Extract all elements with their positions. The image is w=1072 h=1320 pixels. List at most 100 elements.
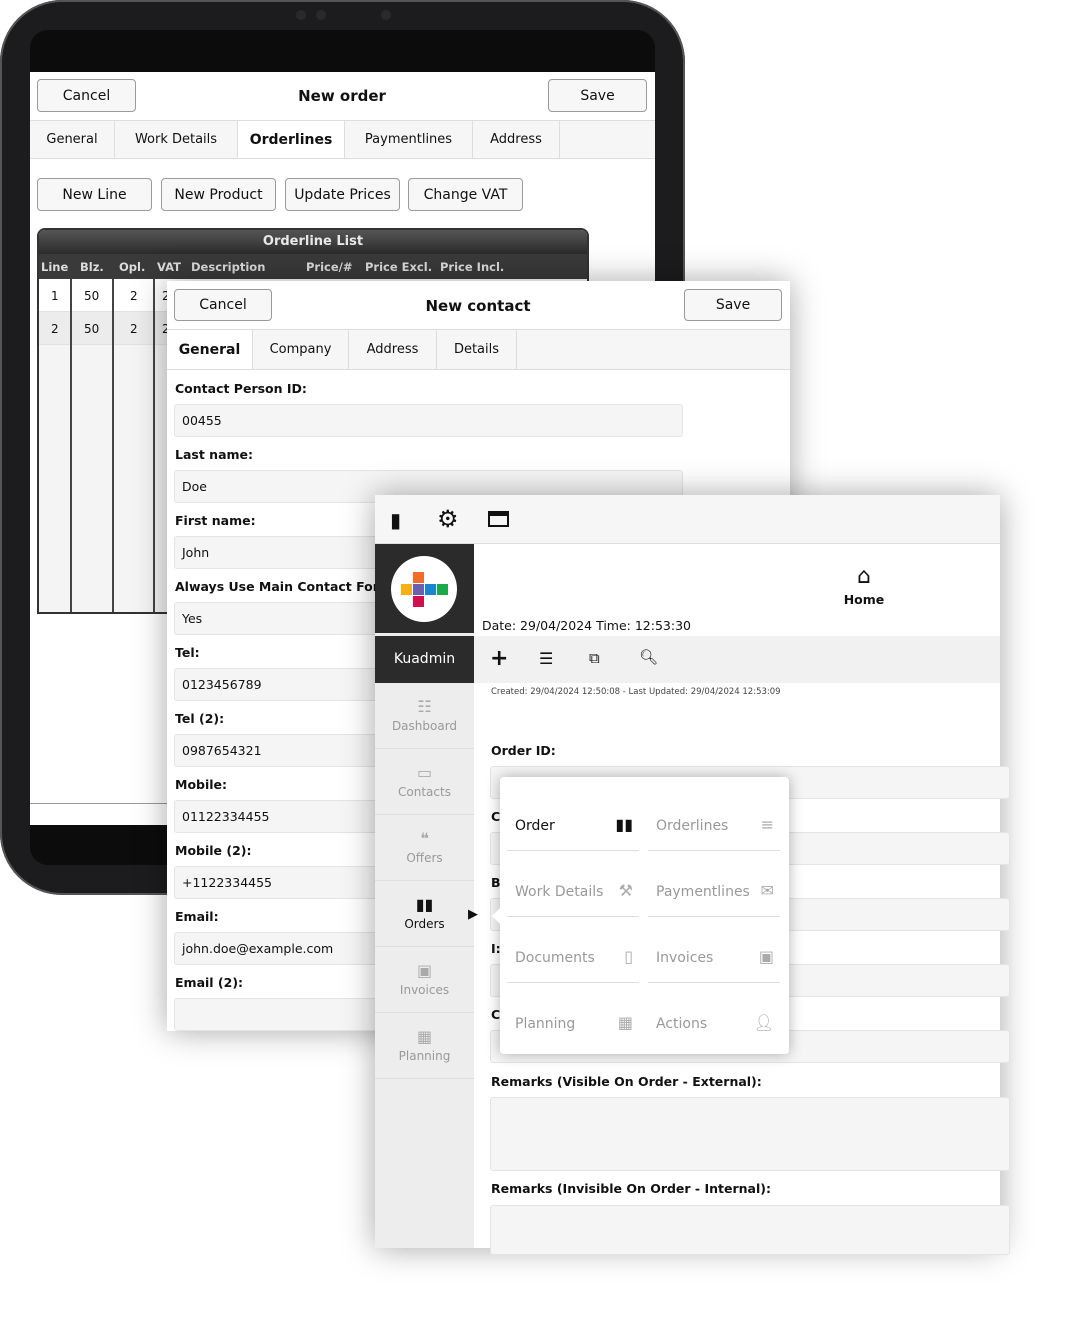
sidebar-item-offers[interactable]: ❝ Offers (375, 815, 474, 881)
field-label: C (491, 1007, 501, 1022)
cell-blz: 50 (84, 289, 100, 303)
calendar-icon: ▦ (416, 1027, 433, 1046)
tab-work-details[interactable]: Work Details (115, 121, 238, 158)
menu-item-orderlines[interactable]: Orderlines ≡ (648, 785, 780, 851)
field-label: Always Use Main Contact For O (175, 579, 394, 594)
order-section-menu: Order ▮▮ Orderlines ≡ Work Details ⚒ Paymentli… (500, 777, 789, 1054)
payment-icon: ✉ (760, 881, 774, 900)
user-name[interactable]: Kuadmin (375, 636, 474, 683)
camera (381, 10, 391, 20)
field-label: Last name: (175, 447, 254, 462)
divider (70, 279, 72, 612)
field-label: Contact Person ID: (175, 381, 307, 396)
field-label: C (491, 809, 501, 824)
sidebar-item-planning[interactable]: ▦ Planning (375, 1013, 474, 1079)
menu-item-invoices[interactable]: Invoices ▣ (648, 917, 780, 983)
orders-icon: ▮▮ (615, 815, 633, 834)
column-header[interactable]: Blz. (80, 260, 104, 274)
menu-item-label: Paymentlines (656, 884, 750, 900)
user-gear-icon: 👤︎ (753, 1013, 774, 1032)
sidebar: Kuadmin ☷ Dashboard ▭ Contacts ❝ Offers ▮▮ Orde… (375, 544, 474, 1248)
tab-address[interactable]: Address (349, 330, 437, 369)
tab-general[interactable]: General (167, 330, 253, 369)
home-label: Home (843, 592, 885, 607)
search-icon[interactable]: 🔍︎ (639, 648, 658, 666)
cancel-button[interactable]: Cancel (174, 289, 272, 321)
sidebar-item-label: Dashboard (391, 719, 458, 733)
invoice-icon: ▣ (416, 961, 433, 980)
sidebar-item-label: Invoices (399, 983, 450, 997)
field-label: Mobile (2): (175, 843, 252, 858)
tab-orderlines[interactable]: Orderlines (238, 121, 345, 158)
tab-company[interactable]: Company (253, 330, 349, 369)
menu-item-documents[interactable]: Documents ▯ (507, 917, 639, 983)
field-label: First name: (175, 513, 256, 528)
column-header[interactable]: Line (41, 260, 68, 274)
tab-general[interactable]: General (30, 121, 115, 158)
contact-field-input[interactable]: 00455 (174, 404, 683, 437)
menu-item-label: Documents (515, 950, 595, 966)
logout-icon[interactable]: ▮ (390, 508, 401, 532)
datetime: Date: 29/04/2024 Time: 12:53:30 (482, 618, 691, 633)
top-bar: ▮ ⚙ (375, 495, 1000, 544)
sidebar-item-label: Contacts (398, 785, 451, 799)
column-header[interactable]: Description (191, 260, 265, 274)
orders-icon: ▮▮ (415, 895, 434, 914)
menu-item-work-details[interactable]: Work Details ⚒ (507, 851, 639, 917)
field-label: Order ID: (491, 743, 556, 758)
gear-icon[interactable]: ⚙ (437, 505, 459, 533)
home-button[interactable]: ⌂ Home (829, 564, 899, 608)
sidebar-item-contacts[interactable]: ▭ Contacts (375, 749, 474, 815)
camera (316, 10, 326, 20)
menu-item-paymentlines[interactable]: Paymentlines ✉ (648, 851, 780, 917)
camera (296, 10, 306, 20)
home-icon: ⌂ (857, 564, 871, 589)
quote-icon: ❝ (420, 829, 429, 848)
logo-area (375, 544, 474, 633)
tab-details[interactable]: Details (437, 330, 517, 369)
new-product-button[interactable]: New Product (161, 178, 276, 211)
new-line-button[interactable]: New Line (37, 178, 152, 211)
edit-list-icon[interactable]: ☰ (539, 649, 553, 668)
menu-item-order[interactable]: Order ▮▮ (507, 785, 639, 851)
window-icon[interactable] (488, 511, 509, 527)
cancel-button[interactable]: Cancel (37, 79, 136, 112)
sidebar-item-orders[interactable]: ▮▮ Orders (375, 881, 474, 947)
field-label: Tel (2): (175, 711, 225, 726)
remarks-external-textarea[interactable] (490, 1097, 1010, 1171)
field-label: Remarks (Invisible On Order - Internal): (491, 1181, 771, 1196)
add-icon[interactable]: + (490, 646, 508, 671)
column-header[interactable]: Opl. (119, 260, 145, 274)
change-vat-button[interactable]: Change VAT (408, 178, 523, 211)
column-header[interactable]: Price Incl. (440, 260, 504, 274)
cell-line: 1 (51, 289, 59, 303)
menu-item-label: Work Details (515, 884, 604, 900)
menu-item-planning[interactable]: Planning ▦ (507, 983, 639, 1049)
worker-icon: ⚒ (618, 881, 633, 900)
column-header[interactable]: Price/# (306, 260, 353, 274)
save-button[interactable]: Save (684, 289, 782, 321)
field-label: Remarks (Visible On Order - External): (491, 1074, 762, 1089)
table-title: Orderline List (39, 230, 587, 254)
tab-bar: General Work Details Orderlines Paymentl… (30, 120, 655, 159)
media-icon[interactable]: ⧉ (589, 649, 600, 667)
cell-opl: 2 (130, 322, 138, 336)
save-button[interactable]: Save (548, 79, 647, 112)
sidebar-item-dashboard[interactable]: ☷ Dashboard (375, 683, 474, 749)
tab-address[interactable]: Address (473, 121, 560, 158)
page-title: New order (298, 87, 386, 105)
column-header[interactable]: Price Excl. (365, 260, 432, 274)
sidebar-item-label: Offers (406, 851, 443, 865)
id-card-icon: ▭ (416, 763, 433, 782)
lines-icon: ≡ (760, 815, 774, 834)
field-label: Mobile: (175, 777, 228, 792)
update-prices-button[interactable]: Update Prices (285, 178, 400, 211)
menu-item-label: Invoices (656, 950, 714, 966)
column-header[interactable]: VAT (157, 260, 181, 274)
sidebar-item-invoices[interactable]: ▣ Invoices (375, 947, 474, 1013)
page-title: New contact (425, 297, 531, 315)
table-header: Line Blz. Opl. VAT Description Price/# P… (39, 254, 587, 279)
remarks-internal-textarea[interactable] (490, 1205, 1010, 1255)
menu-item-actions[interactable]: Actions 👤︎ (648, 983, 780, 1049)
tab-paymentlines[interactable]: Paymentlines (345, 121, 473, 158)
